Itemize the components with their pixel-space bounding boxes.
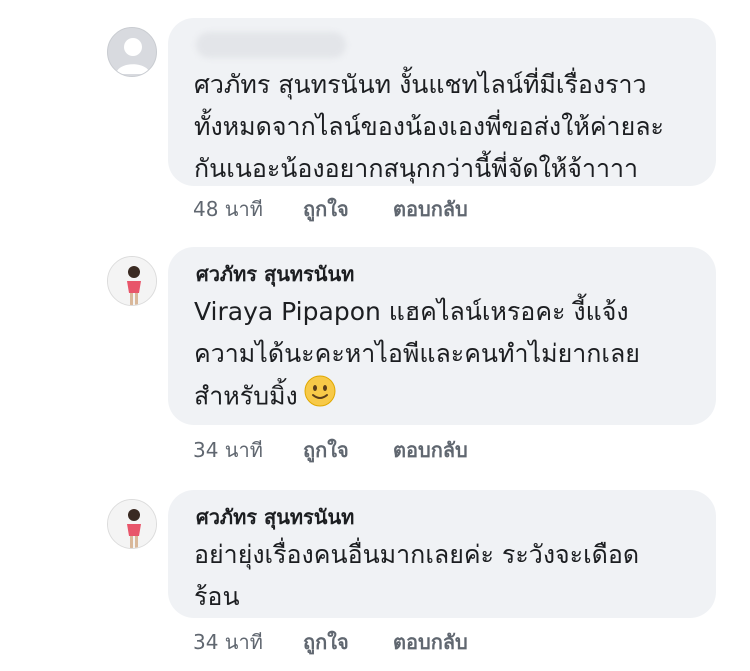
comment-bubble: ศวภัทร สุนทรนันท Viraya Pipapon แฮคไลน์เ… xyxy=(168,247,716,425)
reply-button[interactable]: ตอบกลับ xyxy=(393,434,468,466)
comment-text: ศวภัทร สุนทรนันท งั้นแชทไลน์ที่มีเรื่องร… xyxy=(194,64,664,190)
comment-author[interactable]: ศวภัทร สุนทรนันท xyxy=(196,261,354,287)
comment-time[interactable]: 34 นาที xyxy=(193,434,303,466)
comment-author[interactable]: ศวภัทร สุนทรนันท xyxy=(196,504,354,530)
profile-photo-icon xyxy=(108,500,156,548)
comment-line: กันเนอะน้องอยากสนุกกว่านี้พี่จัดให้จ้าาา… xyxy=(194,154,639,183)
comment-actions: 34 นาที ถูกใจ ตอบกลับ xyxy=(193,434,468,466)
blurred-author-name[interactable] xyxy=(196,32,346,58)
comment-line: ศวภัทร สุนทรนันท งั้นแชทไลน์ที่มีเรื่องร… xyxy=(194,70,647,99)
comment-time[interactable]: 48 นาที xyxy=(193,193,303,225)
comment-line: ร้อน xyxy=(194,582,240,611)
reply-button[interactable]: ตอบกลับ xyxy=(393,626,468,658)
comment-line: ความได้นะคะหาไอพีและคนทำไม่ยากเลย xyxy=(194,339,640,368)
profile-photo-icon xyxy=(108,257,156,305)
comment-bubble: ศวภัทร สุนทรนันท อย่ายุ่งเรื่องคนอื่นมาก… xyxy=(168,490,716,618)
like-button[interactable]: ถูกใจ xyxy=(303,626,393,658)
comment-line: Viraya Pipapon แฮคไลน์เหรอคะ งี้แจ้ง xyxy=(194,297,629,326)
comment-text: Viraya Pipapon แฮคไลน์เหรอคะ งี้แจ้ง ควา… xyxy=(194,291,640,420)
comment-line: สำหรับมิ้ง xyxy=(194,375,640,420)
comment-bubble: ศวภัทร สุนทรนันท งั้นแชทไลน์ที่มีเรื่องร… xyxy=(168,18,716,186)
avatar[interactable] xyxy=(107,499,157,549)
slightly-smiling-face-icon xyxy=(304,375,336,420)
user-silhouette-icon xyxy=(116,38,150,74)
like-button[interactable]: ถูกใจ xyxy=(303,434,393,466)
like-button[interactable]: ถูกใจ xyxy=(303,193,393,225)
comment-actions: 34 นาที ถูกใจ ตอบกลับ xyxy=(193,626,468,658)
comment-actions: 48 นาที ถูกใจ ตอบกลับ xyxy=(193,193,468,225)
comment-time[interactable]: 34 นาที xyxy=(193,626,303,658)
comment-line: อย่ายุ่งเรื่องคนอื่นมากเลยค่ะ ระวังจะเดื… xyxy=(194,540,640,569)
reply-button[interactable]: ตอบกลับ xyxy=(393,193,468,225)
comment-line: ทั้งหมดจากไลน์ของน้องเองพี่ขอส่งให้ค่ายล… xyxy=(194,112,664,141)
comment-text: อย่ายุ่งเรื่องคนอื่นมากเลยค่ะ ระวังจะเดื… xyxy=(194,534,639,618)
avatar[interactable] xyxy=(107,256,157,306)
default-avatar[interactable] xyxy=(107,27,157,77)
